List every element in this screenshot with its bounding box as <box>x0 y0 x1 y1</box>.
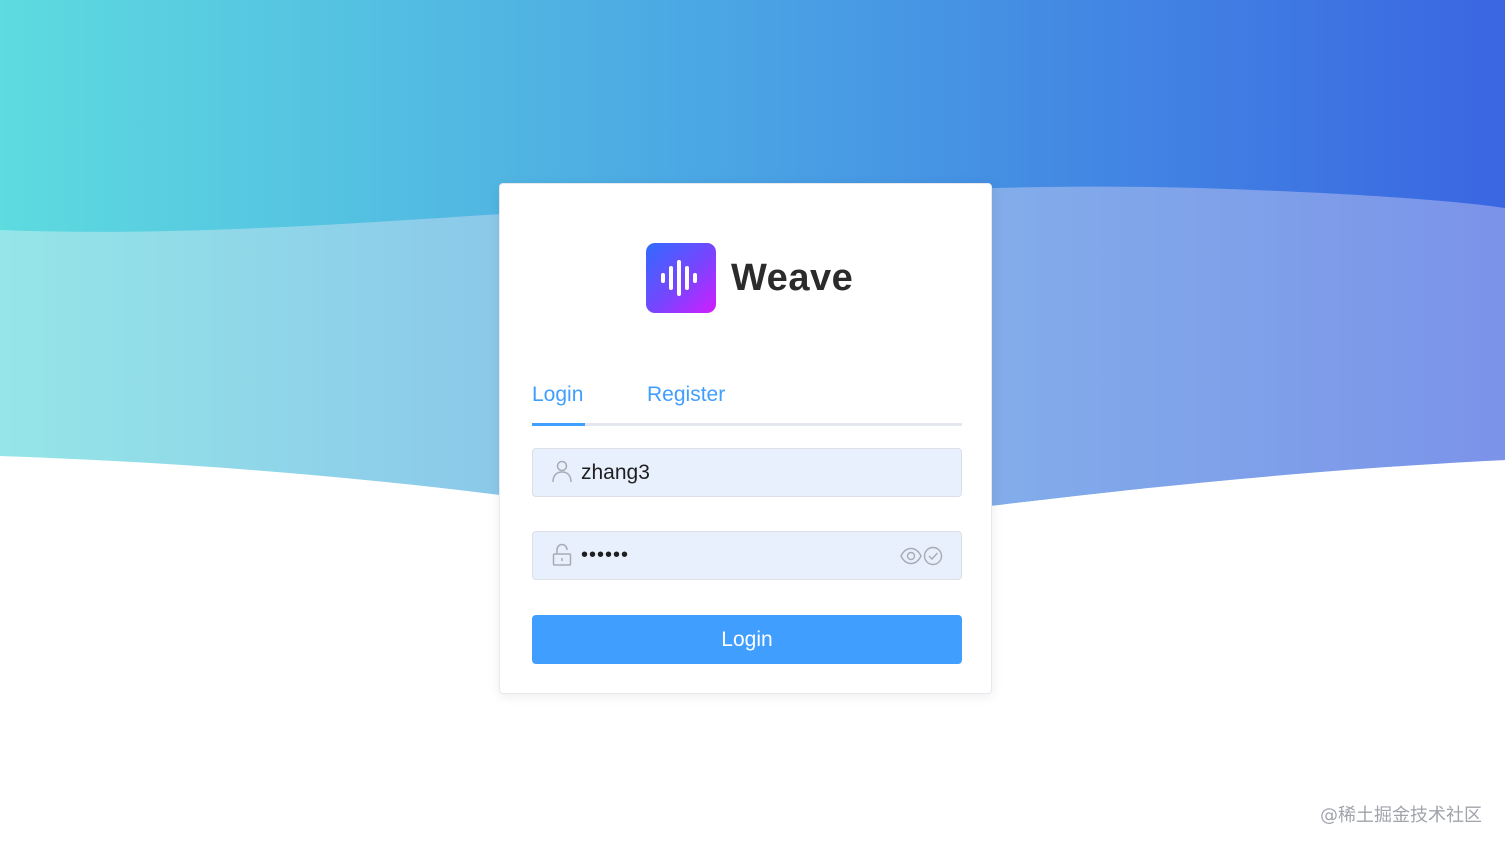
active-tab-indicator <box>532 423 585 426</box>
password-value: •••••• <box>581 544 630 566</box>
brand: Weave <box>646 243 853 313</box>
tab-register[interactable]: Register <box>647 380 725 423</box>
user-icon <box>552 460 572 483</box>
app-name: Weave <box>731 256 854 299</box>
lock-icon <box>552 543 572 566</box>
tab-login[interactable]: Login <box>532 380 583 423</box>
password-field[interactable]: •••••• <box>532 531 962 580</box>
username-value: zhang3 <box>581 461 650 484</box>
watermark: @稀土掘金技术社区 <box>1320 805 1482 826</box>
auth-tabs: Login Register <box>532 380 962 426</box>
eye-icon[interactable] <box>900 546 922 566</box>
login-page: Weave Login Register zhang3 •••••• Login… <box>0 0 1505 847</box>
username-field[interactable]: zhang3 <box>532 448 962 497</box>
login-button[interactable]: Login <box>532 615 962 664</box>
sound-wave-icon <box>646 243 716 313</box>
login-card: Weave Login Register zhang3 •••••• Login <box>499 183 992 694</box>
check-circle-icon <box>923 546 943 566</box>
